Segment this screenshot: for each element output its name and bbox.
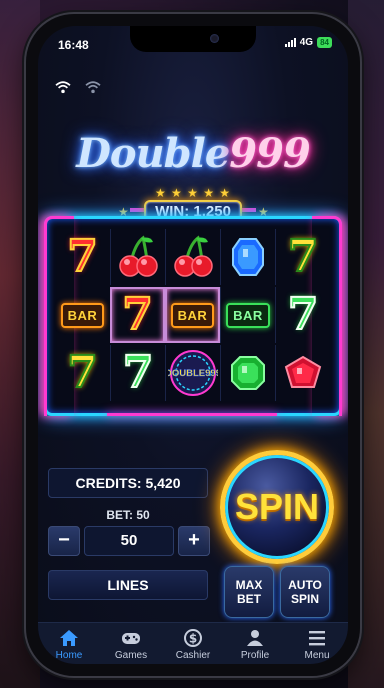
lines-button[interactable]: LINES bbox=[48, 570, 208, 600]
home-icon bbox=[60, 630, 78, 646]
emerald-gem-symbol bbox=[231, 356, 265, 390]
reel-cell: BAR bbox=[165, 287, 220, 343]
seven-green-symbol: 7 bbox=[287, 289, 320, 340]
tab-label: Home bbox=[55, 650, 83, 661]
tab-label: Games bbox=[114, 650, 148, 661]
seven-red-symbol: 7 bbox=[66, 231, 99, 282]
gamepad-icon bbox=[122, 633, 140, 644]
reel-cell: 7 bbox=[275, 287, 330, 343]
tab-home[interactable]: Home bbox=[40, 623, 98, 664]
auto-spin-button[interactable]: AUTO SPIN bbox=[280, 566, 330, 618]
dollar-coin-icon: $ bbox=[184, 629, 202, 647]
cherry-symbol bbox=[174, 235, 213, 277]
ruby-gem-symbol bbox=[284, 355, 322, 388]
spin-button[interactable]: SPIN bbox=[220, 450, 334, 564]
bar-green-symbol: BAR bbox=[226, 302, 270, 328]
reels-frame: 7 7 BAR 7 BAR BAR 7 7 7 DOUBLE99 bbox=[44, 216, 342, 416]
cherry-symbol bbox=[119, 235, 158, 277]
reel-cell bbox=[165, 229, 220, 285]
tab-profile[interactable]: Profile bbox=[226, 623, 284, 664]
tab-label: Menu bbox=[304, 650, 330, 661]
battery-icon: 84 bbox=[317, 37, 332, 48]
control-panel: CREDITS: 5,420 BET: 50 − 50 + LINES SPIN… bbox=[38, 450, 348, 618]
seven-yellow-symbol: 7 bbox=[287, 231, 320, 282]
bottom-tab-bar: Home Games $ Cashier Profile Menu bbox=[38, 622, 348, 664]
phone-screen: 16:48 4G 84 Double999 ★ ★ ★ ★ ★ ★ ★ WIN:… bbox=[38, 26, 348, 664]
svg-text:$: $ bbox=[189, 632, 197, 646]
seven-red-symbol: 7 bbox=[121, 289, 154, 340]
network-label: 4G bbox=[299, 37, 314, 48]
tab-games[interactable]: Games bbox=[102, 623, 160, 664]
reel-cell: 7 bbox=[55, 229, 110, 285]
menu-icon bbox=[309, 631, 325, 646]
game-logo: Double999 bbox=[38, 130, 348, 177]
bet-increase-button[interactable]: + bbox=[178, 526, 210, 556]
bar-orange-symbol: BAR bbox=[170, 302, 215, 328]
user-icon bbox=[247, 630, 263, 646]
tab-menu[interactable]: Menu bbox=[288, 623, 346, 664]
sapphire-gem-symbol bbox=[232, 238, 264, 276]
bet-value-field[interactable]: 50 bbox=[84, 526, 174, 556]
reel-cell: 7 bbox=[110, 345, 165, 401]
reel-cell: BAR bbox=[55, 287, 110, 343]
reel-cell: 7 bbox=[110, 287, 165, 343]
credits-display: CREDITS: 5,420 bbox=[48, 468, 208, 498]
reel-grid: 7 7 BAR 7 BAR BAR 7 7 7 DOUBLE99 bbox=[55, 229, 331, 401]
svg-text:DOUBLE999: DOUBLE999 bbox=[168, 368, 218, 379]
phone-frame: 16:48 4G 84 Double999 ★ ★ ★ ★ ★ ★ ★ WIN:… bbox=[26, 14, 360, 676]
reel-cell bbox=[220, 229, 275, 285]
wifi-icon bbox=[55, 81, 71, 94]
reel-cell: 7 bbox=[275, 229, 330, 285]
logo-nines: 999 bbox=[229, 130, 310, 177]
reel-cell bbox=[275, 345, 330, 401]
seven-green-symbol: 7 bbox=[122, 347, 155, 398]
seven-yellow-symbol: 7 bbox=[66, 347, 99, 398]
bet-label: BET: 50 bbox=[106, 508, 150, 522]
notch bbox=[130, 26, 256, 52]
status-time: 16:48 bbox=[58, 38, 89, 52]
signal-icon bbox=[284, 38, 296, 47]
reel-cell bbox=[220, 345, 275, 401]
wifi-weak-icon bbox=[85, 81, 101, 94]
tab-label: Cashier bbox=[175, 650, 211, 661]
reel-cell bbox=[110, 229, 165, 285]
camera-icon bbox=[210, 34, 219, 43]
bar-orange-symbol: BAR bbox=[60, 302, 105, 328]
reel-cell: BAR bbox=[220, 287, 275, 343]
tab-cashier[interactable]: $ Cashier bbox=[164, 623, 222, 664]
max-bet-button[interactable]: MAX BET bbox=[224, 566, 274, 618]
reel-cell: DOUBLE999 bbox=[165, 345, 220, 401]
bet-decrease-button[interactable]: − bbox=[48, 526, 80, 556]
double999-logo-symbol: DOUBLE999 bbox=[168, 350, 218, 396]
reel-cell: 7 bbox=[55, 345, 110, 401]
logo-double: Double bbox=[76, 130, 230, 177]
tab-label: Profile bbox=[240, 650, 270, 661]
